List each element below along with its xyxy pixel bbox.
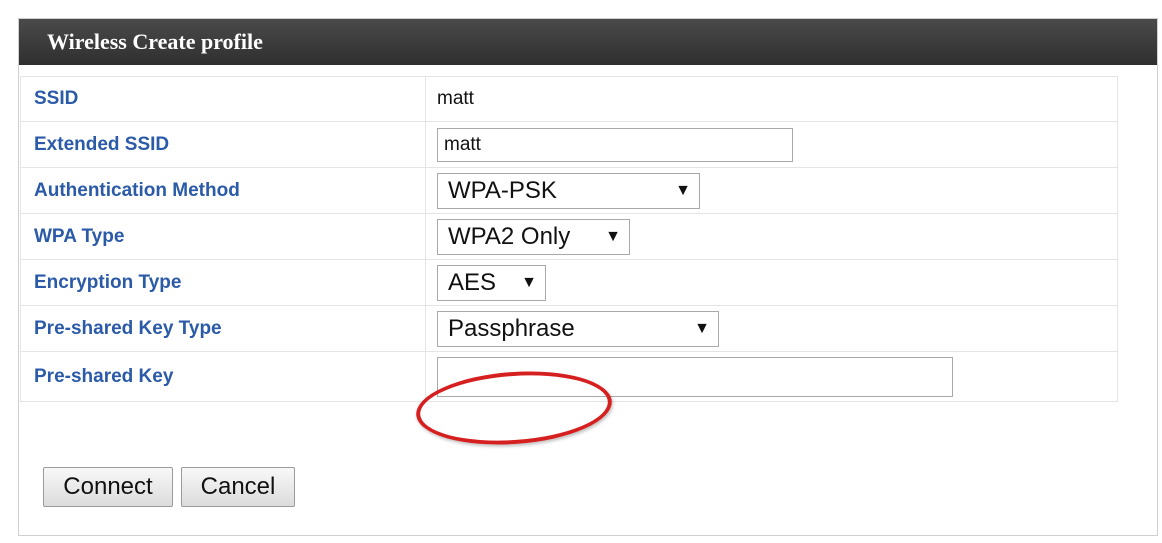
extended-ssid-cell	[425, 121, 1118, 168]
encryption-type-value: AES	[448, 268, 497, 296]
psk-label: Pre-shared Key	[20, 351, 426, 402]
form-row-wpa-type: WPA Type WPA2 Only ▼	[20, 213, 1118, 260]
chevron-down-icon: ▼	[521, 273, 537, 291]
auth-method-select[interactable]: WPA-PSK ▼	[437, 172, 700, 209]
encryption-type-cell: AES ▼	[425, 259, 1118, 306]
auth-method-cell: WPA-PSK ▼	[425, 167, 1118, 214]
profile-form: SSID matt Extended SSID Authentication M…	[20, 76, 1118, 402]
form-row-psk-type: Pre-shared Key Type Passphrase ▼	[20, 305, 1118, 352]
form-row-ssid: SSID matt	[20, 76, 1118, 122]
extended-ssid-input[interactable]	[437, 127, 793, 162]
psk-type-select[interactable]: Passphrase ▼	[437, 310, 719, 347]
encryption-type-select[interactable]: AES ▼	[437, 264, 546, 301]
ssid-label: SSID	[20, 76, 426, 122]
psk-cell	[425, 351, 1118, 402]
ssid-value: matt	[437, 88, 474, 109]
psk-type-cell: Passphrase ▼	[425, 305, 1118, 352]
connect-button[interactable]: Connect	[43, 467, 173, 507]
form-row-encryption-type: Encryption Type AES ▼	[20, 259, 1118, 306]
wpa-type-value: WPA2 Only	[448, 222, 571, 250]
psk-type-label: Pre-shared Key Type	[20, 305, 426, 352]
auth-method-value: WPA-PSK	[448, 176, 557, 204]
chevron-down-icon: ▼	[675, 181, 691, 199]
form-row-psk: Pre-shared Key	[20, 351, 1118, 402]
panel-title: Wireless Create profile	[19, 19, 1157, 65]
extended-ssid-label: Extended SSID	[20, 121, 426, 168]
wpa-type-select[interactable]: WPA2 Only ▼	[437, 218, 630, 255]
encryption-type-label: Encryption Type	[20, 259, 426, 306]
ssid-cell: matt	[425, 76, 1118, 122]
wpa-type-label: WPA Type	[20, 213, 426, 260]
wpa-type-cell: WPA2 Only ▼	[425, 213, 1118, 260]
chevron-down-icon: ▼	[694, 319, 710, 337]
psk-input[interactable]	[437, 356, 953, 397]
form-row-auth-method: Authentication Method WPA-PSK ▼	[20, 167, 1118, 214]
auth-method-label: Authentication Method	[20, 167, 426, 214]
psk-type-value: Passphrase	[448, 314, 575, 342]
form-row-extended-ssid: Extended SSID	[20, 121, 1118, 168]
cancel-button[interactable]: Cancel	[181, 467, 295, 507]
chevron-down-icon: ▼	[605, 227, 621, 245]
